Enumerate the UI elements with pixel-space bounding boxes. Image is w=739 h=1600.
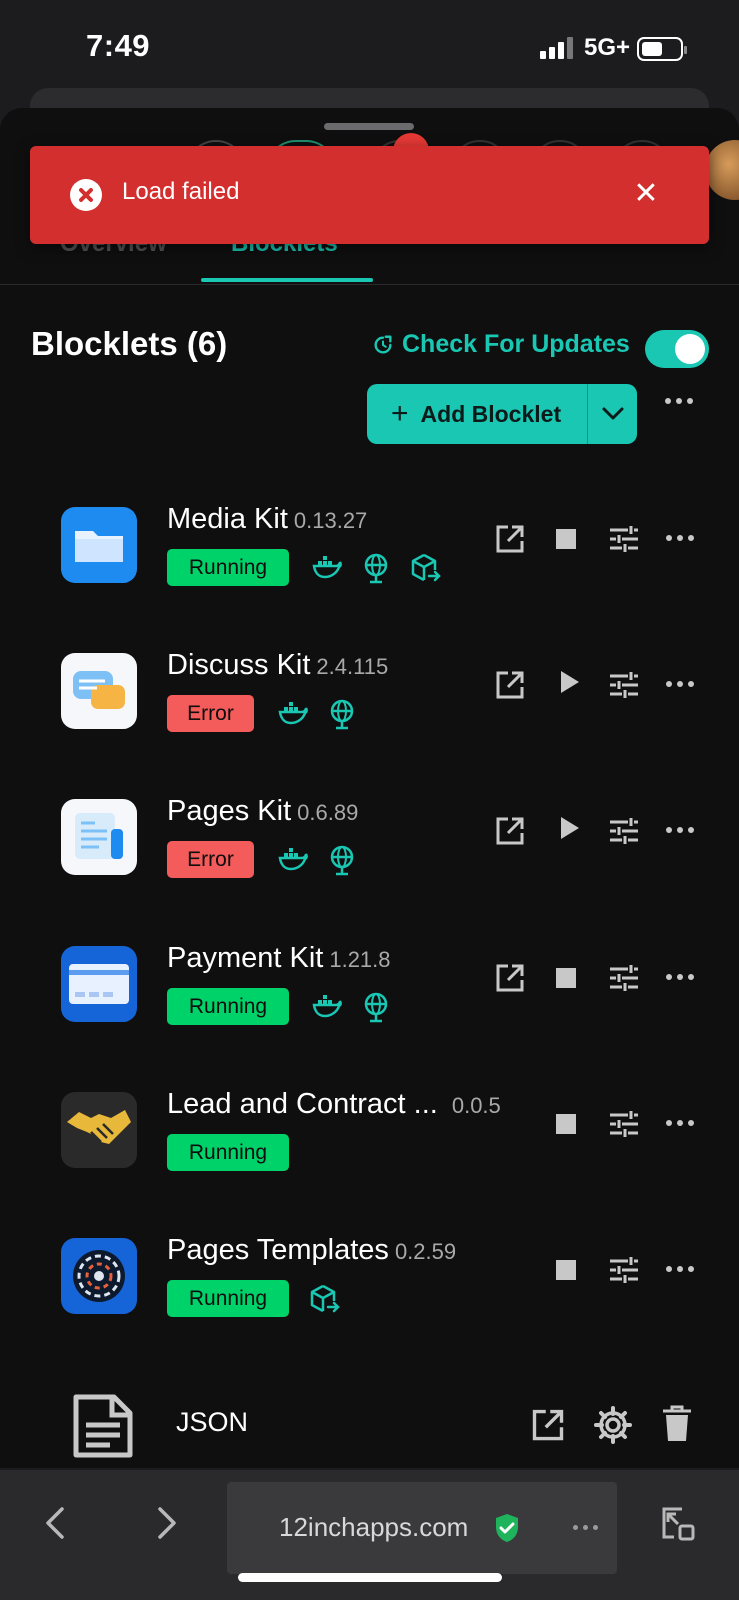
network-type: 5G+ [584, 34, 631, 61]
status-bar: 7:49 5G+ [0, 0, 739, 100]
payment-kit-icon [61, 946, 137, 1022]
pages-templates-icon [61, 1238, 137, 1314]
status-time: 7:49 [86, 28, 151, 63]
list-item[interactable]: Payment Kit 1.21.8 Running [0, 942, 739, 1056]
globe-icon [330, 845, 354, 876]
plus-icon: + [391, 397, 409, 430]
sheet-grabber[interactable] [324, 123, 414, 130]
media-kit-icon [61, 507, 137, 583]
check-updates-label: Check For Updates [402, 330, 630, 358]
gear-icon[interactable] [593, 1405, 633, 1445]
json-item[interactable]: JSON [0, 1385, 739, 1465]
error-toast: Load failed ✕ [30, 146, 709, 244]
more-icon[interactable] [666, 827, 694, 833]
more-icon[interactable] [573, 1525, 598, 1530]
status-badge: Error [167, 695, 254, 732]
docker-icon [312, 556, 342, 579]
page-title: Blocklets (6) [31, 325, 228, 362]
settings-sliders-icon[interactable] [608, 962, 640, 994]
blocklet-name[interactable]: Payment Kit 1.21.8 [167, 942, 391, 975]
chevron-down-icon[interactable] [588, 407, 637, 421]
blocklet-name[interactable]: Media Kit 0.13.27 [167, 503, 367, 536]
docker-icon [278, 848, 308, 871]
more-icon[interactable] [666, 1120, 694, 1126]
settings-sliders-icon[interactable] [608, 815, 640, 847]
more-icon[interactable] [666, 535, 694, 541]
document-icon [73, 1394, 133, 1458]
shield-check-icon [496, 1514, 518, 1542]
json-label: JSON [176, 1407, 249, 1437]
blocklet-name[interactable]: Pages Templates 0.2.59 [167, 1234, 456, 1267]
blocklet-version: 0.0.5 [451, 1093, 501, 1118]
list-item[interactable]: Pages Kit 0.6.89 Error [0, 795, 739, 909]
check-updates-button[interactable]: Check For Updates [372, 330, 630, 359]
more-icon[interactable] [666, 1266, 694, 1272]
list-item[interactable]: Pages Templates 0.2.59 Running [0, 1234, 739, 1348]
home-indicator [238, 1573, 502, 1582]
blocklet-version: 0.13.27 [293, 508, 368, 533]
play-icon[interactable] [559, 815, 581, 841]
refresh-icon [374, 335, 392, 353]
settings-sliders-icon[interactable] [608, 1254, 640, 1286]
signal-icon [540, 37, 573, 59]
more-icon[interactable] [666, 681, 694, 687]
open-external-icon[interactable] [494, 669, 526, 701]
toast-message: Load failed [122, 178, 240, 205]
blocklet-version: 2.4.115 [316, 654, 389, 679]
open-external-icon[interactable] [494, 815, 526, 847]
list-item[interactable]: Lead and Contract ... 0.0.5 Running [0, 1088, 739, 1202]
stop-icon[interactable] [556, 968, 576, 988]
settings-sliders-icon[interactable] [608, 669, 640, 701]
blocklet-name[interactable]: Discuss Kit 2.4.115 [167, 649, 388, 682]
docker-icon [312, 995, 342, 1018]
status-badge: Running [167, 1280, 289, 1317]
stop-icon[interactable] [556, 1114, 576, 1134]
more-icon[interactable] [666, 974, 694, 980]
more-icon[interactable] [665, 398, 693, 404]
pages-kit-icon [61, 799, 137, 875]
error-icon [70, 179, 102, 211]
minimize-window-icon[interactable] [660, 1506, 696, 1542]
settings-sliders-icon[interactable] [608, 1108, 640, 1140]
stop-icon[interactable] [556, 1260, 576, 1280]
trash-icon[interactable] [661, 1405, 693, 1443]
status-badge: Running [167, 988, 289, 1025]
back-icon[interactable] [44, 1506, 66, 1540]
globe-icon [364, 553, 388, 584]
stop-icon[interactable] [556, 529, 576, 549]
forward-icon[interactable] [156, 1506, 178, 1540]
address-bar[interactable]: 12inchapps.com [227, 1482, 617, 1574]
add-blocklet-button[interactable]: + Add Blocklet [367, 384, 637, 444]
close-icon[interactable]: ✕ [626, 174, 666, 214]
blocklet-name[interactable]: Pages Kit 0.6.89 [167, 795, 358, 828]
blocklet-version: 0.6.89 [297, 800, 359, 825]
add-blocklet-main[interactable]: + Add Blocklet [367, 384, 587, 444]
open-external-icon[interactable] [494, 962, 526, 994]
open-external-icon[interactable] [530, 1407, 566, 1443]
play-icon[interactable] [559, 669, 581, 695]
blocklet-version: 0.2.59 [394, 1239, 457, 1264]
status-badge: Running [167, 549, 289, 586]
tab-indicator [201, 278, 373, 282]
battery-icon [637, 37, 687, 61]
docker-icon [278, 702, 308, 725]
discuss-kit-icon [61, 653, 137, 729]
globe-icon [364, 992, 388, 1023]
handshake-icon [61, 1092, 137, 1168]
auto-update-toggle[interactable] [645, 330, 709, 368]
package-export-icon [310, 1284, 340, 1313]
status-badge: Error [167, 841, 254, 878]
status-badge: Running [167, 1134, 289, 1171]
blocklet-name[interactable]: Lead and Contract ... 0.0.5 [167, 1088, 501, 1121]
url-text: 12inchapps.com [279, 1512, 469, 1542]
globe-icon [330, 699, 354, 730]
add-blocklet-label: Add Blocklet [420, 400, 562, 427]
list-item[interactable]: Media Kit 0.13.27 Running [0, 503, 739, 617]
package-export-icon [411, 553, 441, 582]
blocklet-version: 1.21.8 [329, 947, 391, 972]
settings-sliders-icon[interactable] [608, 523, 640, 555]
list-item[interactable]: Discuss Kit 2.4.115 Error [0, 649, 739, 763]
open-external-icon[interactable] [494, 523, 526, 555]
